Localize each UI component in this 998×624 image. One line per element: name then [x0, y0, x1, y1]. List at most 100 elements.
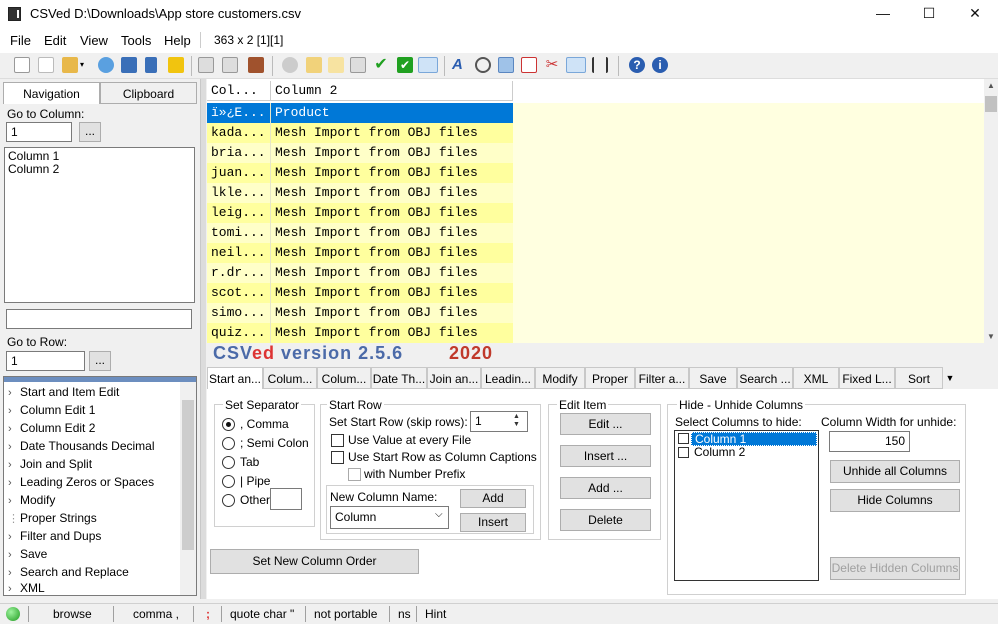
- insert-column-button[interactable]: Insert: [460, 513, 526, 532]
- table-row[interactable]: scot... Mesh Import from OBJ files: [207, 283, 984, 303]
- table-cell[interactable]: Product: [271, 103, 513, 123]
- import-icon[interactable]: [222, 57, 238, 73]
- tab-item[interactable]: Start an...: [207, 367, 263, 391]
- hide-columns-list[interactable]: Column 1 Column 2: [674, 430, 819, 581]
- save-small-icon[interactable]: [145, 57, 157, 73]
- scroll-up-icon[interactable]: ▲: [987, 81, 995, 90]
- tree-item-filter[interactable]: › Filter and Dups: [8, 527, 101, 545]
- delete-hidden-button[interactable]: Delete Hidden Columns: [830, 557, 960, 580]
- table-row[interactable]: neil... Mesh Import from OBJ files: [207, 243, 984, 263]
- tree-item-column-edit-1[interactable]: › Column Edit 1: [8, 401, 95, 419]
- table-cell[interactable]: quiz...: [207, 323, 271, 343]
- help-icon[interactable]: ?: [629, 57, 645, 73]
- table-row[interactable]: lkle... Mesh Import from OBJ files: [207, 183, 984, 203]
- document-icon[interactable]: [521, 57, 537, 73]
- tools-icon[interactable]: ✂: [544, 57, 560, 73]
- hide-checkbox-1[interactable]: [678, 433, 689, 444]
- tab-item[interactable]: Modify: [535, 367, 585, 389]
- table-row[interactable]: bria... Mesh Import from OBJ files: [207, 143, 984, 163]
- add-item-button[interactable]: Add ...: [560, 477, 651, 499]
- table-cell[interactable]: Mesh Import from OBJ files: [271, 223, 513, 243]
- table-row[interactable]: r.dr... Mesh Import from OBJ files: [207, 263, 984, 283]
- goto-column-button[interactable]: ...: [79, 122, 101, 142]
- scroll-down-icon[interactable]: ▼: [987, 332, 995, 341]
- menu-help[interactable]: Help: [164, 33, 191, 48]
- grid-view-icon[interactable]: [592, 57, 608, 73]
- filter-input[interactable]: [6, 309, 192, 329]
- paste-icon[interactable]: [306, 57, 322, 73]
- info-icon[interactable]: i: [652, 57, 668, 73]
- table-cell[interactable]: tomi...: [207, 223, 271, 243]
- undo-icon[interactable]: [282, 57, 298, 73]
- spinner-icon[interactable]: ▲ ▼: [513, 413, 520, 429]
- table-cell[interactable]: kada...: [207, 123, 271, 143]
- tab-item[interactable]: Leadin...: [481, 367, 535, 389]
- font-icon[interactable]: A: [452, 57, 468, 73]
- table-cell[interactable]: scot...: [207, 283, 271, 303]
- tab-item[interactable]: Colum...: [317, 367, 371, 389]
- new-copy-icon[interactable]: [38, 57, 54, 73]
- tree-item-proper[interactable]: ⋮Proper Strings: [8, 509, 97, 527]
- table-cell[interactable]: Mesh Import from OBJ files: [271, 163, 513, 183]
- table-row[interactable]: leig... Mesh Import from OBJ files: [207, 203, 984, 223]
- close-button[interactable]: ✕: [952, 0, 998, 28]
- table-cell[interactable]: neil...: [207, 243, 271, 263]
- delete-item-button[interactable]: Delete: [560, 509, 651, 531]
- save-icon[interactable]: [121, 57, 137, 73]
- gear-icon[interactable]: [566, 57, 586, 73]
- tree-scroll-thumb[interactable]: [182, 400, 194, 550]
- table-cell[interactable]: Mesh Import from OBJ files: [271, 323, 513, 343]
- tab-item[interactable]: Save: [689, 367, 737, 389]
- data-grid[interactable]: Col... Column 2 ï»¿E... Product kada... Mes…: [207, 79, 998, 343]
- grid-scroll-thumb[interactable]: [985, 96, 997, 112]
- insert-item-button[interactable]: Insert ...: [560, 445, 651, 467]
- checkbox-icon[interactable]: ✔: [397, 57, 413, 73]
- menu-edit[interactable]: Edit: [44, 33, 66, 48]
- table-cell[interactable]: Mesh Import from OBJ files: [271, 283, 513, 303]
- tab-item[interactable]: Date Th...: [371, 367, 427, 389]
- tree-item-modify[interactable]: › Modify: [8, 491, 55, 509]
- dropdown-arrow-icon[interactable]: ▾: [80, 57, 88, 73]
- hide-list-item[interactable]: Column 1: [676, 432, 817, 446]
- check-icon[interactable]: ✔: [373, 57, 389, 73]
- goto-column-input[interactable]: 1: [6, 122, 72, 142]
- tab-item[interactable]: Search ...: [737, 367, 793, 389]
- goto-row-input[interactable]: 1: [6, 351, 85, 371]
- tabs-overflow-icon[interactable]: ▼: [943, 367, 957, 389]
- search-icon[interactable]: [475, 57, 491, 73]
- use-value-checkbox[interactable]: [331, 434, 344, 447]
- tab-clipboard[interactable]: Clipboard: [100, 82, 197, 104]
- function-tree[interactable]: › Start and Item Edit › Column Edit 1 › Col…: [3, 376, 197, 596]
- unhide-all-button[interactable]: Unhide all Columns: [830, 460, 960, 483]
- tree-item-save[interactable]: › Save: [8, 545, 47, 563]
- add-column-button[interactable]: Add: [460, 489, 526, 508]
- radio-other[interactable]: [222, 494, 235, 507]
- menu-tools[interactable]: Tools: [121, 33, 151, 48]
- tab-item[interactable]: Proper: [585, 367, 635, 389]
- table-cell[interactable]: ï»¿E...: [207, 103, 271, 123]
- table-cell[interactable]: simo...: [207, 303, 271, 323]
- rename-icon[interactable]: [350, 57, 366, 73]
- new-file-icon[interactable]: [14, 57, 30, 73]
- unhide-width-input[interactable]: 150: [829, 431, 910, 452]
- tab-item[interactable]: Join an...: [427, 367, 481, 389]
- panel-splitter[interactable]: [200, 79, 206, 599]
- table-cell[interactable]: Mesh Import from OBJ files: [271, 243, 513, 263]
- tree-item-date[interactable]: › Date Thousands Decimal: [8, 437, 155, 455]
- table-cell[interactable]: bria...: [207, 143, 271, 163]
- tab-item[interactable]: XML: [793, 367, 839, 389]
- tab-navigation[interactable]: Navigation: [3, 82, 100, 104]
- tree-item-join[interactable]: › Join and Split: [8, 455, 92, 473]
- table-row[interactable]: kada... Mesh Import from OBJ files: [207, 123, 984, 143]
- sort-az-icon[interactable]: [418, 57, 438, 73]
- column-header-2[interactable]: Column 2: [271, 81, 513, 101]
- table-cell[interactable]: Mesh Import from OBJ files: [271, 263, 513, 283]
- table-row[interactable]: quiz... Mesh Import from OBJ files: [207, 323, 984, 343]
- table-cell[interactable]: Mesh Import from OBJ files: [271, 183, 513, 203]
- minimize-button[interactable]: —: [860, 0, 906, 28]
- column-header-1[interactable]: Col...: [207, 81, 271, 101]
- table-row[interactable]: tomi... Mesh Import from OBJ files: [207, 223, 984, 243]
- edit-icon[interactable]: [328, 57, 344, 73]
- maximize-button[interactable]: ☐: [906, 0, 952, 28]
- goto-row-button[interactable]: ...: [89, 351, 111, 371]
